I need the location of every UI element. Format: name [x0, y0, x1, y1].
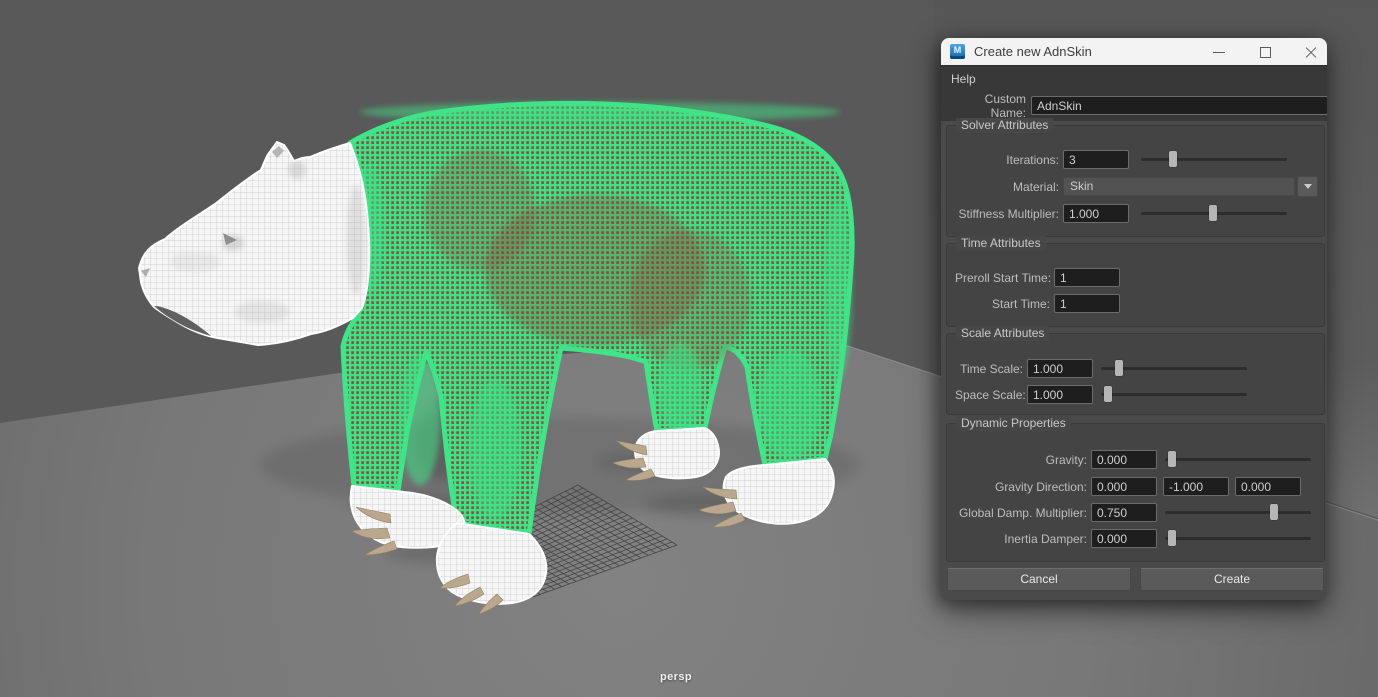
iterations-label: Iterations: [955, 153, 1063, 167]
gravity-direction-y-input[interactable] [1163, 477, 1229, 496]
global-damp-multiplier-slider[interactable] [1165, 503, 1311, 522]
bear-paw-front-near [437, 523, 546, 604]
camera-name-label: persp [660, 671, 692, 683]
row-material: Material: Skin [955, 177, 1318, 196]
material-label: Material: [955, 180, 1063, 194]
row-space-scale: Space Scale: [955, 385, 1318, 404]
group-title: Solver Attributes [956, 118, 1053, 133]
space-scale-slider[interactable] [1101, 385, 1247, 404]
group-title: Time Attributes [956, 236, 1046, 251]
row-gravity-direction: Gravity Direction: [955, 477, 1318, 496]
row-start-time: Start Time: [955, 294, 1318, 313]
maximize-icon[interactable] [1257, 44, 1273, 60]
dialog-title: Create new AdnSkin [974, 44, 1092, 59]
slider-handle[interactable] [1115, 360, 1123, 376]
material-dropdown-button[interactable] [1297, 176, 1318, 197]
group-dynamic-properties: Dynamic Properties Gravity: Gravity Dire… [946, 423, 1325, 562]
dialog-titlebar[interactable]: M Create new AdnSkin [941, 38, 1327, 66]
maya-m-icon: M [950, 44, 965, 59]
row-inertia-damper: Inertia Damper: [955, 529, 1318, 548]
global-damp-multiplier-input[interactable] [1091, 503, 1157, 522]
row-iterations: Iterations: [955, 150, 1318, 169]
gravity-direction-z-input[interactable] [1235, 477, 1301, 496]
iterations-slider[interactable] [1141, 150, 1287, 169]
custom-name-input[interactable] [1031, 96, 1327, 115]
dialog-header-area: Help Custom Name: [941, 66, 1327, 121]
custom-name-row: Custom Name: [949, 96, 1327, 115]
row-gravity: Gravity: [955, 450, 1318, 469]
slider-handle[interactable] [1209, 205, 1217, 221]
stiffness-multiplier-input[interactable] [1063, 204, 1129, 223]
time-scale-slider[interactable] [1101, 359, 1247, 378]
stiffness-multiplier-slider[interactable] [1141, 204, 1287, 223]
start-time-label: Start Time: [955, 297, 1054, 311]
slider-track[interactable] [1165, 537, 1311, 540]
create-adnskin-dialog: M Create new AdnSkin Help Custom Name: S… [941, 38, 1327, 600]
inertia-damper-label: Inertia Damper: [955, 532, 1091, 546]
create-button[interactable]: Create [1140, 568, 1324, 591]
slider-track[interactable] [1101, 393, 1247, 396]
global-damp-multiplier-label: Global Damp. Multiplier: [955, 506, 1091, 520]
group-scale-attributes: Scale Attributes Time Scale: Space Scale… [946, 333, 1325, 415]
slider-track[interactable] [1101, 367, 1247, 370]
custom-name-label: Custom Name: [949, 92, 1031, 120]
preroll-start-time-input[interactable] [1054, 268, 1120, 287]
stiffness-multiplier-label: Stiffness Multiplier: [955, 207, 1063, 221]
inertia-damper-input[interactable] [1091, 529, 1157, 548]
iterations-input[interactable] [1063, 150, 1129, 169]
group-time-attributes: Time Attributes Preroll Start Time: Star… [946, 243, 1325, 327]
preroll-start-time-label: Preroll Start Time: [955, 271, 1054, 285]
gravity-label: Gravity: [955, 453, 1091, 467]
gravity-input[interactable] [1091, 450, 1157, 469]
gravity-direction-label: Gravity Direction: [955, 480, 1091, 494]
close-icon[interactable] [1303, 44, 1319, 60]
slider-handle[interactable] [1169, 151, 1177, 167]
row-stiffness-multiplier: Stiffness Multiplier: [955, 204, 1318, 223]
slider-track[interactable] [1141, 158, 1287, 161]
row-global-damp-multiplier: Global Damp. Multiplier: [955, 503, 1318, 522]
gravity-direction-x-input[interactable] [1091, 477, 1157, 496]
time-scale-input[interactable] [1027, 359, 1093, 378]
gravity-slider[interactable] [1165, 450, 1311, 469]
row-time-scale: Time Scale: [955, 359, 1318, 378]
slider-handle[interactable] [1270, 504, 1278, 520]
slider-track[interactable] [1165, 458, 1311, 461]
chevron-down-icon [1304, 184, 1312, 189]
start-time-input[interactable] [1054, 294, 1120, 313]
row-preroll-start-time: Preroll Start Time: [955, 268, 1318, 287]
slider-track[interactable] [1165, 511, 1311, 514]
group-solver-attributes: Solver Attributes Iterations: Material: … [946, 125, 1325, 237]
time-scale-label: Time Scale: [955, 362, 1027, 376]
slider-handle[interactable] [1168, 451, 1176, 467]
inertia-damper-slider[interactable] [1165, 529, 1311, 548]
material-select[interactable]: Skin [1063, 177, 1295, 196]
menu-item-help[interactable]: Help [951, 69, 976, 89]
minimize-icon[interactable] [1211, 44, 1227, 60]
group-title: Dynamic Properties [956, 416, 1071, 431]
space-scale-input[interactable] [1027, 385, 1093, 404]
slider-handle[interactable] [1168, 530, 1176, 546]
cancel-button[interactable]: Cancel [947, 568, 1131, 591]
group-title: Scale Attributes [956, 326, 1049, 341]
maya-viewport-screen: persp M Create new AdnSkin Help Custom N… [0, 0, 1378, 697]
slider-handle[interactable] [1104, 386, 1112, 402]
space-scale-label: Space Scale: [955, 388, 1027, 402]
